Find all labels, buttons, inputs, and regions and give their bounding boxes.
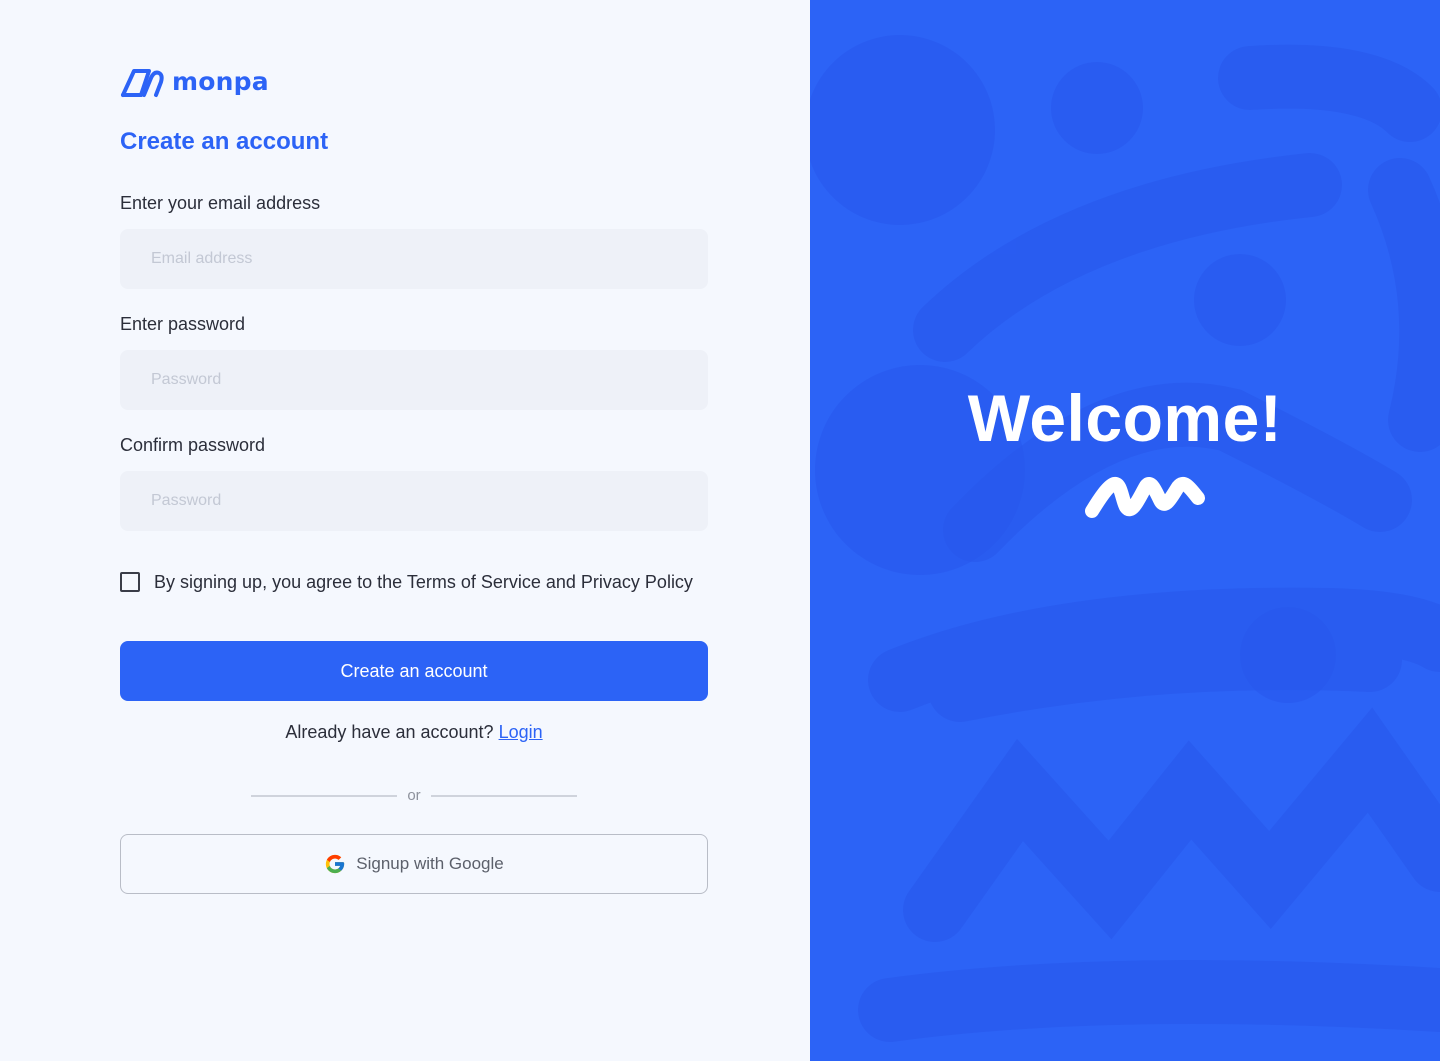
or-divider: or (251, 786, 577, 806)
welcome-heading: Welcome! (967, 381, 1283, 455)
brand-name: monpa (172, 67, 269, 96)
signup-page: monpa Create an account Enter your email… (0, 0, 1440, 1061)
brand-logo[interactable]: monpa (120, 66, 269, 98)
email-label: Enter your email address (120, 193, 321, 213)
terms-text: By signing up, you agree to the Terms of… (154, 572, 693, 592)
background-pattern (810, 35, 1440, 1042)
welcome-panel: Welcome! (810, 0, 1440, 1061)
login-link[interactable]: Login (499, 722, 543, 742)
monpa-logo-icon (121, 69, 164, 97)
terms-checkbox[interactable] (120, 572, 140, 592)
google-signup-label: Signup with Google (356, 854, 504, 873)
divider-text: or (407, 787, 421, 804)
confirm-password-label: Confirm password (120, 435, 266, 455)
password-label: Enter password (120, 314, 246, 334)
create-account-button[interactable]: Create an account (120, 641, 708, 701)
divider-line-right (430, 795, 577, 797)
terms-row: By signing up, you agree to the Terms of… (120, 570, 693, 594)
login-prompt-row: Already have an account? Login (120, 720, 708, 744)
page-title: Create an account (120, 128, 329, 155)
google-signup-button[interactable]: Signup with Google (120, 834, 708, 894)
wave-logo-icon (1085, 477, 1205, 518)
email-field[interactable] (120, 229, 708, 289)
divider-line-left (251, 795, 398, 797)
login-prompt-text: Already have an account? (285, 722, 494, 742)
signup-form-panel: monpa Create an account Enter your email… (0, 0, 810, 1061)
google-icon (326, 854, 345, 874)
confirm-password-field[interactable] (120, 471, 708, 531)
password-field[interactable] (120, 350, 708, 410)
